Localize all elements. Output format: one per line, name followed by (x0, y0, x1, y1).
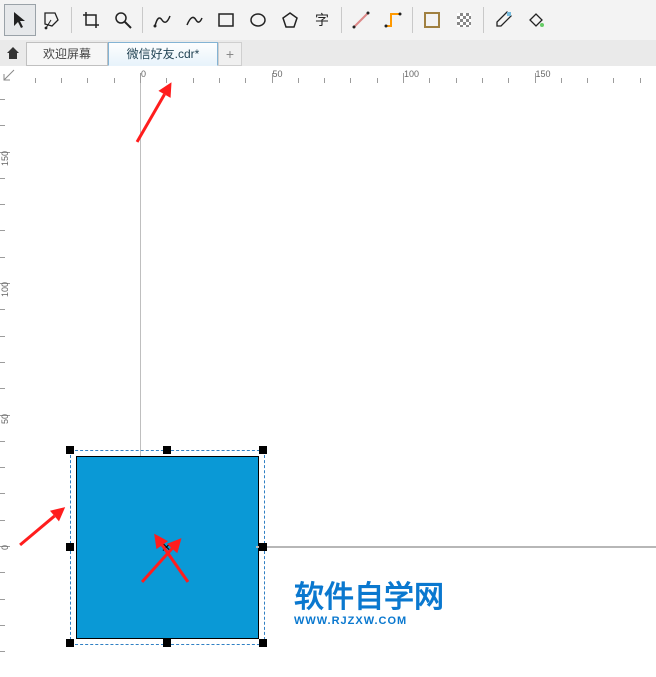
ruler-label: 50 (0, 414, 10, 424)
selection-handle[interactable] (163, 446, 171, 454)
annotation-arrow (129, 78, 179, 147)
home-tab[interactable] (0, 40, 26, 66)
horizontal-ruler[interactable]: 050100150200 (17, 66, 656, 84)
shape-tool[interactable] (36, 4, 68, 36)
freehand-tool[interactable] (146, 4, 178, 36)
selection-handle[interactable] (163, 639, 171, 647)
zoom-tool[interactable] (107, 4, 139, 36)
ruler-label: 0 (141, 69, 146, 79)
polygon-tool[interactable] (274, 4, 306, 36)
watermark-url: WWW.RJZXW.COM (294, 615, 444, 627)
svg-text:字: 字 (315, 13, 329, 29)
toolbar-separator (71, 7, 72, 33)
tab-welcome[interactable]: 欢迎屏幕 (26, 42, 108, 66)
text-tool[interactable]: 字 (306, 4, 338, 36)
rectangle-tool[interactable] (210, 4, 242, 36)
ruler-label: 100 (404, 69, 419, 79)
selection-handle[interactable] (66, 639, 74, 647)
vertical-ruler[interactable]: 0 50 100 150 (0, 83, 18, 677)
toolbar-separator (341, 7, 342, 33)
selection-handle[interactable] (259, 446, 267, 454)
ruler-label: 0 (0, 545, 10, 550)
selection-handle[interactable] (259, 639, 267, 647)
selection-handle[interactable] (66, 446, 74, 454)
ruler-label: 50 (273, 69, 283, 79)
ruler-label: 100 (0, 282, 10, 297)
ellipse-tool[interactable] (242, 4, 274, 36)
main-toolbar: 字 (0, 0, 656, 41)
ruler-label: 150 (536, 69, 551, 79)
connector-tool[interactable] (377, 4, 409, 36)
paint-bucket-tool[interactable] (519, 4, 551, 36)
annotation-arrow (14, 500, 71, 552)
ruler-label: 150 (0, 151, 10, 166)
selection-handle[interactable] (66, 543, 74, 551)
toolbar-separator (412, 7, 413, 33)
eyedropper-tool[interactable] (487, 4, 519, 36)
fill-tool[interactable] (448, 4, 480, 36)
crop-tool[interactable] (75, 4, 107, 36)
tab-document-active[interactable]: 微信好友.cdr* (108, 42, 218, 66)
horizontal-line-object[interactable] (256, 546, 656, 548)
selection-handle[interactable] (259, 543, 267, 551)
pick-tool[interactable] (4, 4, 36, 36)
watermark: 软件自学网 WWW.RJZXW.COM (294, 583, 444, 627)
watermark-title: 软件自学网 (294, 583, 444, 613)
artistic-media-tool[interactable] (178, 4, 210, 36)
toolbar-separator (142, 7, 143, 33)
ruler-origin[interactable] (0, 66, 18, 84)
drawing-canvas[interactable]: 软件自学网 WWW.RJZXW.COM (17, 83, 656, 677)
dimension-tool[interactable] (345, 4, 377, 36)
tab-new[interactable]: + (218, 42, 242, 66)
document-tab-bar: 欢迎屏幕 微信好友.cdr* + (0, 40, 656, 67)
outline-pen-tool[interactable] (416, 4, 448, 36)
toolbar-separator (483, 7, 484, 33)
